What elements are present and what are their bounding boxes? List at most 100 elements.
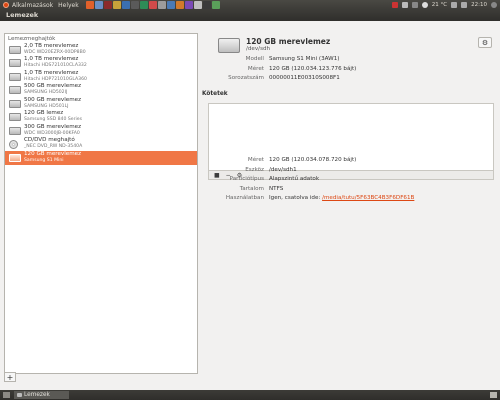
weather-icon[interactable] [421,2,428,8]
app-icon[interactable] [166,1,175,9]
device-title: 500 GB merevlemez [24,96,82,103]
info-value-text: NTFS [269,185,284,192]
device-model: Samsung S1 Mini [24,157,64,163]
info-value-text: 00000011E00310S008F1 [269,75,340,81]
workspace-switcher-icon[interactable] [490,392,497,398]
device-title: 300 GB merevlemez [24,123,82,130]
info-value-text: Igen, csatolva ide: [269,195,321,201]
app-icon[interactable] [148,1,157,9]
device-model: _NEC DVD_RW ND-3540A [24,144,83,150]
info-value-text: 120 GB (120.034.123.776 bájt) [269,65,357,72]
panel-menubar: Alkalmazások Helyek [3,2,84,9]
info-value-text: /dev/sdh1 [269,166,297,173]
clock[interactable]: 22:10 [471,2,487,8]
app-icon[interactable] [157,1,166,9]
info-value: 120 GB (120.034.078.720 bájt) [269,157,356,163]
info-value: 120 GB (120.034.123.776 bájt) [269,66,356,72]
harddisk-icon [9,153,21,162]
info-value: 00000011E00310S008F1 [269,75,340,81]
app-icon[interactable] [202,1,211,9]
info-key: Sorozatszám [228,75,264,81]
harddisk-icon [218,38,240,53]
info-key: Méret [247,157,264,163]
device-title: 2,0 TB merevlemez [24,42,79,49]
device-item[interactable]: 300 GB merevlemez WDC WD3000JB-00KFA0 [5,124,197,138]
info-value-text: Samsung S1 Mini (3AW1) [269,56,340,62]
device-model: WDC WD20EZRX-00DP8B0 [24,49,86,55]
device-item[interactable]: 500 GB merevlemez SAMSUNG HD501LJ [5,97,197,111]
info-value: NTFS [269,186,283,192]
window-title: Lemezek [0,10,500,21]
launcher-icons [85,1,220,9]
info-value: Igen, csatolva ide: /media/tutu/5F63BC4B… [269,195,414,201]
info-value-text: 120 GB (120.034.078.720 bájt) [269,157,357,163]
taskbar-item[interactable]: Lemezek [14,391,69,399]
device-model: Hitachi HDS721010CLA332 [24,63,87,69]
harddisk-icon [9,126,21,135]
app-icon[interactable] [139,1,148,9]
info-value: Samsung S1 Mini (3AW1) [269,56,339,62]
info-key: Tartalom [239,185,264,192]
volumes-header: Kötetek [202,91,228,97]
harddisk-icon [9,45,21,54]
app-icon[interactable] [121,1,130,9]
mail-icon[interactable] [451,2,458,8]
device-model: SAMSUNG HD502IJ [24,90,68,96]
app-icon[interactable] [193,1,202,9]
device-list-header: Lemezmeghajtók [8,36,56,42]
network-icon[interactable] [411,2,418,8]
terminal-icon[interactable] [130,1,139,9]
info-value: /dev/sdh1 [269,167,297,173]
menu-places[interactable]: Helyek [58,2,79,9]
device-item[interactable]: 120 GB lemez Samsung SSD 840 Series [5,111,197,125]
app-icon[interactable] [211,1,220,9]
volume-icon[interactable] [461,2,468,8]
mount-point-link[interactable]: /media/tutu/5F63BC4B3F6DF61B [322,195,414,201]
optical-disc-icon [9,139,18,149]
app-icon[interactable] [112,1,121,9]
app-icon[interactable] [103,1,112,9]
harddisk-icon [9,72,21,81]
harddisk-icon [9,59,21,68]
harddisk-icon [9,113,21,122]
app-icon[interactable] [175,1,184,9]
harddisk-icon [9,86,21,95]
bottom-panel: Lemezek [0,390,500,400]
info-value: Alapszintű adatok [269,176,319,182]
device-model: SAMSUNG HD501LJ [24,103,69,109]
info-key: Eszköz [245,166,264,173]
menu-applications[interactable]: Alkalmazások [12,2,53,9]
device-item[interactable]: CD/DVD meghajtó _NEC DVD_RW ND-3540A [5,138,197,152]
device-model: Hitachi HDP721010GLA360 [24,76,87,82]
firefox-icon[interactable] [85,1,94,9]
device-title: 1,0 TB merevlemez [24,69,79,76]
device-title: 120 GB merevlemez [246,37,331,46]
device-detail-pane: 120 GB merevlemez /dev/sdh ⚙ Modell Samsu… [202,33,496,374]
device-list: 2,0 TB merevlemez WDC WD20EZRX-00DP8B0 1,0… [5,43,197,165]
system-tray: 21 °C 22:10 [391,0,497,10]
top-panel: Alkalmazások Helyek 21 °C 22:10 [0,0,500,10]
thunderbird-icon[interactable] [94,1,103,9]
power-icon[interactable] [491,2,497,8]
device-path: /dev/sdh [246,46,271,52]
device-item[interactable]: 2,0 TB merevlemez WDC WD20EZRX-00DP8B0 [5,43,197,57]
add-button[interactable]: + [4,372,16,382]
weather-temp[interactable]: 21 °C [432,2,447,8]
info-key: Modell [245,56,264,62]
device-list-pane: Lemezmeghajtók 2,0 TB merevlemez WDC WD20… [4,33,198,374]
show-desktop-icon[interactable] [3,392,10,398]
device-item[interactable]: 120 GB merevlemez Samsung S1 Mini [5,151,197,165]
device-item[interactable]: 1,0 TB merevlemez Hitachi HDS721010CLA332 [5,57,197,71]
notification-icon[interactable] [391,2,398,8]
info-key: Használatban [225,195,264,201]
ubuntu-logo-icon[interactable] [3,2,9,8]
device-item[interactable]: 500 GB merevlemez SAMSUNG HD502IJ [5,84,197,98]
battery-icon[interactable] [401,2,408,8]
device-model: WDC WD3000JB-00KFA0 [24,130,80,136]
device-title: 120 GB merevlemez [24,150,82,157]
device-model: Samsung SSD 840 Series [24,117,82,123]
gear-icon[interactable]: ⚙ [478,37,492,48]
app-icon[interactable] [184,1,193,9]
device-item[interactable]: 1,0 TB merevlemez Hitachi HDP721010GLA360 [5,70,197,84]
info-key: Méret [247,65,264,72]
